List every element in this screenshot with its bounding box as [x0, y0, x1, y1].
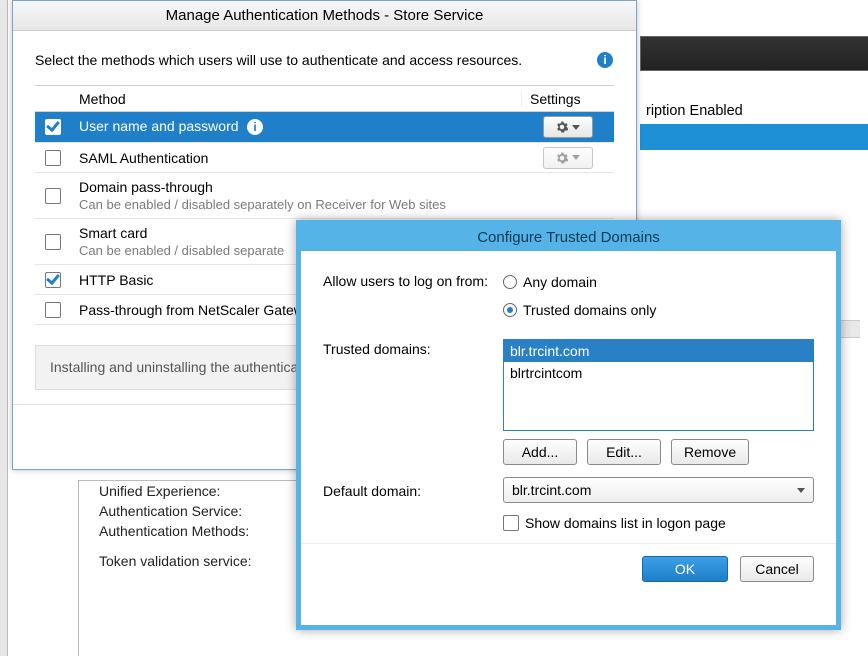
auth-intro-text: Select the methods which users will use … — [35, 52, 522, 68]
header-settings: Settings — [522, 91, 614, 107]
select-value: blr.trcint.com — [512, 482, 591, 498]
subscription-enabled-label: ription Enabled — [640, 103, 743, 119]
svg-text:i: i — [254, 120, 257, 134]
method-label: User name and password — [79, 118, 239, 134]
chevron-down-icon — [572, 155, 580, 160]
method-label: Pass-through from NetScaler Gatew — [79, 302, 304, 318]
show-domains-label: Show domains list in logon page — [525, 515, 726, 531]
list-item[interactable]: blr.trcint.com — [504, 340, 813, 362]
method-label: SAML Authentication — [79, 150, 208, 166]
trusted-domains-dialog: Configure Trusted Domains Allow users to… — [296, 220, 841, 630]
bg-toolbar-dark — [640, 36, 868, 71]
bg-header-strip: ription Enabled — [640, 102, 868, 124]
svg-text:i: i — [603, 53, 606, 67]
cancel-button[interactable]: Cancel — [740, 556, 814, 582]
radio-any-label: Any domain — [523, 274, 597, 290]
method-row-username-password[interactable]: User name and password i — [35, 112, 614, 143]
trusted-domains-list[interactable]: blr.trcint.com blrtrcintcom — [503, 339, 814, 431]
method-row-domain-passthrough[interactable]: Domain pass-through Can be enabled / dis… — [35, 173, 614, 219]
edit-domain-button[interactable]: Edit... — [587, 439, 661, 465]
checkbox-username-password[interactable] — [45, 119, 61, 135]
radio-trusted-label: Trusted domains only — [523, 302, 656, 318]
show-domains-checkbox[interactable]: Show domains list in logon page — [503, 515, 814, 531]
radio-icon — [503, 275, 517, 289]
method-sub: Can be enabled / disabled separately on … — [79, 197, 514, 212]
radio-icon — [503, 303, 517, 317]
chevron-down-icon — [572, 125, 580, 130]
remove-domain-button[interactable]: Remove — [671, 439, 749, 465]
bg-left-strip — [0, 0, 8, 656]
allow-logon-label: Allow users to log on from: — [323, 271, 503, 289]
chevron-down-icon — [797, 488, 805, 493]
checkbox-saml[interactable] — [45, 150, 61, 166]
radio-trusted-only[interactable]: Trusted domains only — [503, 299, 814, 321]
info-icon[interactable]: i — [246, 118, 264, 136]
methods-table-header: Method Settings — [35, 86, 614, 112]
list-item[interactable]: blrtrcintcom — [504, 362, 813, 384]
settings-saml[interactable] — [543, 147, 593, 169]
auth-dialog-title[interactable]: Manage Authentication Methods - Store Se… — [13, 1, 636, 31]
ok-button[interactable]: OK — [642, 556, 728, 582]
default-domain-select[interactable]: blr.trcint.com — [503, 477, 814, 503]
bg-header-blue: ription Enabled — [640, 102, 868, 150]
add-domain-button[interactable]: Add... — [503, 439, 577, 465]
method-label: HTTP Basic — [79, 272, 153, 288]
header-method: Method — [71, 91, 522, 107]
checkbox-icon — [503, 515, 519, 531]
method-label: Domain pass-through — [79, 179, 213, 195]
trusted-domains-label: Trusted domains: — [323, 339, 503, 357]
checkbox-smart-card[interactable] — [45, 234, 61, 250]
default-domain-label: Default domain: — [323, 481, 503, 499]
checkbox-domain-passthrough[interactable] — [45, 188, 61, 204]
help-icon[interactable]: i — [596, 51, 614, 69]
radio-any-domain[interactable]: Any domain — [503, 271, 814, 293]
checkbox-netscaler[interactable] — [45, 302, 61, 318]
method-label: Smart card — [79, 225, 147, 241]
method-row-saml[interactable]: SAML Authentication — [35, 143, 614, 173]
checkbox-http-basic[interactable] — [45, 272, 61, 288]
td-title[interactable]: Configure Trusted Domains — [301, 225, 836, 251]
settings-username-password[interactable] — [543, 116, 593, 138]
